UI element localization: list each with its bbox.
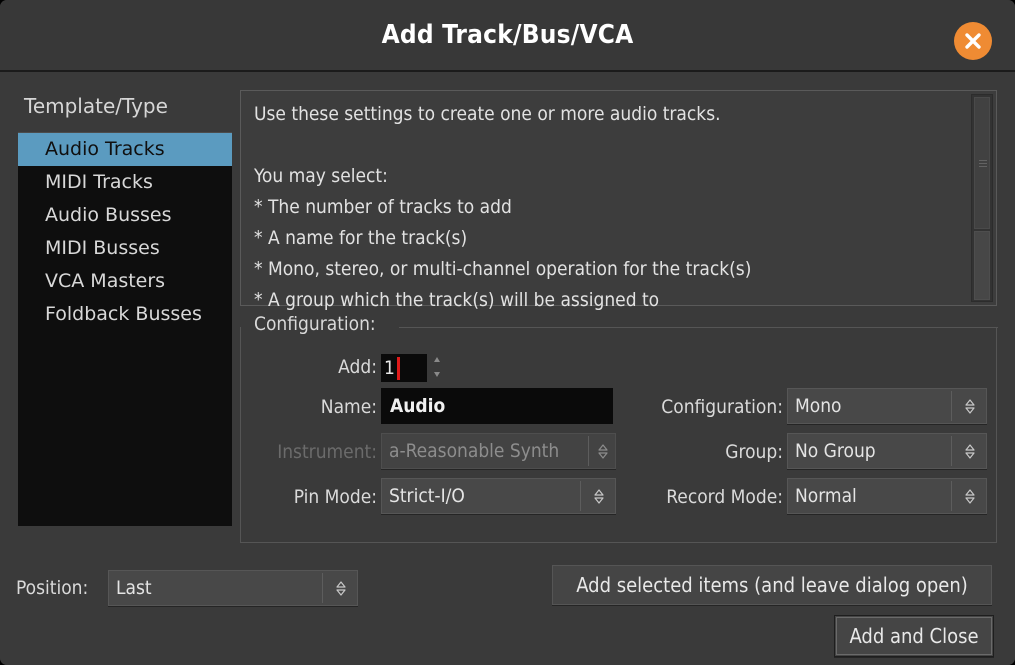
configuration-legend: Configuration:: [254, 313, 376, 335]
channel-configuration-label: Configuration:: [661, 396, 783, 418]
channel-configuration-dropdown[interactable]: Mono: [787, 388, 987, 424]
name-input[interactable]: Audio: [381, 388, 613, 424]
group-value: No Group: [795, 440, 876, 462]
position-dropdown[interactable]: Last: [108, 570, 358, 606]
add-and-close-button[interactable]: Add and Close: [834, 615, 994, 657]
group-row: Group: No Group: [633, 433, 993, 469]
combo-divider: [951, 391, 952, 421]
chevron-up-down-icon: [335, 580, 347, 597]
dialog-body: Template/Type Audio Tracks MIDI Tracks A…: [0, 72, 1015, 665]
combo-divider: [580, 481, 581, 511]
chevron-up-down-icon: [964, 398, 976, 415]
combo-divider: [951, 436, 952, 466]
scrollbar-thumb[interactable]: [974, 97, 990, 229]
scrollbar-lower-thumb[interactable]: [974, 231, 990, 300]
description-box: Use these settings to create one or more…: [240, 90, 997, 311]
sidebar-item-midi-busses[interactable]: MIDI Busses: [18, 232, 232, 265]
add-count-row: Add: 1: [241, 350, 661, 384]
combo-divider: [588, 436, 589, 466]
pin-mode-row: Pin Mode: Strict-I/O: [241, 478, 621, 514]
close-icon[interactable]: [954, 22, 992, 60]
add-count-label: Add:: [338, 356, 377, 378]
add-track-dialog: Add Track/Bus/VCA Template/Type Audio Tr…: [0, 0, 1015, 665]
legend-divider-right: [399, 327, 998, 328]
legend-divider-left: [240, 327, 241, 328]
position-label: Position:: [16, 577, 89, 599]
pin-mode-dropdown[interactable]: Strict-I/O: [381, 478, 616, 514]
pin-mode-value: Strict-I/O: [389, 485, 465, 507]
record-mode-dropdown[interactable]: Normal: [787, 478, 987, 514]
name-value: Audio: [390, 395, 446, 417]
group-dropdown[interactable]: No Group: [787, 433, 987, 469]
add-count-input[interactable]: 1: [381, 354, 427, 382]
dialog-footer: Position: Last Add selected items (and l…: [0, 554, 1015, 665]
instrument-row: Instrument: a-Reasonable Synth: [241, 433, 621, 469]
instrument-label: Instrument:: [277, 441, 377, 463]
pin-mode-label: Pin Mode:: [293, 486, 377, 508]
chevron-up-down-icon: [964, 443, 976, 460]
sidebar-item-midi-tracks[interactable]: MIDI Tracks: [18, 166, 232, 199]
chevron-up-down-icon: [593, 488, 605, 505]
configuration-group: Configuration: Add: 1 Name: Audio Instru…: [240, 313, 998, 543]
sidebar-item-audio-tracks[interactable]: Audio Tracks: [18, 133, 232, 166]
description-text: Use these settings to create one or more…: [254, 103, 752, 311]
name-label: Name:: [320, 396, 377, 418]
instrument-dropdown: a-Reasonable Synth: [381, 433, 616, 469]
group-label: Group:: [725, 441, 783, 463]
channel-configuration-row: Configuration: Mono: [633, 388, 993, 424]
scrollbar-grip-icon: [979, 160, 987, 167]
text-caret: [397, 357, 400, 380]
chevron-up-down-icon: [597, 443, 609, 460]
record-mode-row: Record Mode: Normal: [633, 478, 993, 514]
template-type-panel: Template/Type Audio Tracks MIDI Tracks A…: [18, 94, 232, 554]
channel-configuration-value: Mono: [795, 395, 842, 417]
template-type-heading: Template/Type: [24, 94, 168, 118]
dialog-titlebar: Add Track/Bus/VCA: [0, 0, 1015, 72]
spinner-up-down-icon[interactable]: [431, 353, 443, 381]
sidebar-item-vca-masters[interactable]: VCA Masters: [18, 265, 232, 298]
sidebar-item-audio-busses[interactable]: Audio Busses: [18, 199, 232, 232]
chevron-up-down-icon: [964, 488, 976, 505]
instrument-value: a-Reasonable Synth: [389, 440, 560, 462]
name-row: Name: Audio: [241, 388, 621, 424]
record-mode-label: Record Mode:: [666, 486, 783, 508]
sidebar-item-foldback-busses[interactable]: Foldback Busses: [18, 298, 232, 331]
add-count-value: 1: [384, 357, 395, 379]
combo-divider: [951, 481, 952, 511]
configuration-legend-row: Configuration:: [240, 313, 998, 339]
dialog-title: Add Track/Bus/VCA: [381, 20, 634, 50]
settings-panel: Use these settings to create one or more…: [240, 90, 998, 543]
combo-divider: [322, 573, 323, 603]
add-and-close-label: Add and Close: [836, 617, 992, 655]
record-mode-value: Normal: [795, 485, 857, 507]
add-selected-items-button[interactable]: Add selected items (and leave dialog ope…: [552, 565, 992, 605]
description-scrollbar[interactable]: [971, 94, 993, 302]
position-value: Last: [116, 577, 152, 599]
template-type-list[interactable]: Audio Tracks MIDI Tracks Audio Busses MI…: [18, 132, 232, 526]
